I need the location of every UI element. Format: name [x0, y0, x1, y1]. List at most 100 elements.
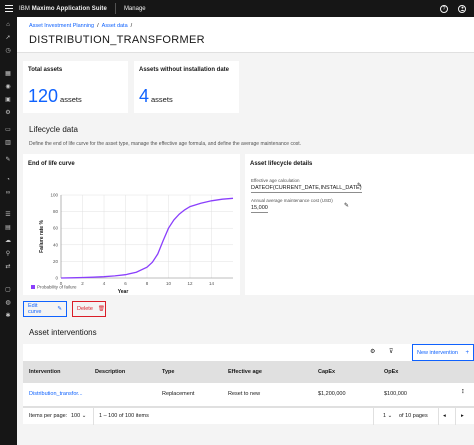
main-content: Asset Investment Planning / Asset data / DI… — [17, 17, 474, 445]
col-effective-age[interactable]: Effective age — [228, 369, 262, 375]
trash-icon: 🗑 — [97, 306, 105, 312]
breadcrumb-item-asset-data[interactable]: Asset data — [102, 23, 128, 29]
table-row: Distribution_transfor... Replacement Res… — [23, 383, 474, 407]
col-description[interactable]: Description — [95, 369, 125, 375]
col-type[interactable]: Type — [162, 369, 174, 375]
location-icon[interactable]: ◉ — [4, 84, 12, 90]
x-axis-label: Year — [118, 289, 129, 295]
inventory-icon[interactable]: ▤ — [4, 225, 12, 231]
suite-brand[interactable]: IBM Maximo Application Suite — [19, 6, 107, 12]
globe-icon[interactable]: ◍ — [4, 300, 12, 306]
next-page-icon[interactable]: ▸ — [461, 413, 464, 419]
table-header: Intervention Description Type Effective … — [23, 361, 474, 383]
total-assets-label: Total assets — [28, 67, 63, 73]
clock-icon[interactable]: ◔ — [4, 177, 12, 183]
maintenance-cost-label: Annual average maintenance cost (USD) — [251, 198, 333, 203]
cell-type: Replacement — [162, 391, 195, 397]
x-tick-label: 6 — [124, 281, 127, 286]
tools-icon[interactable]: ✎ — [4, 157, 12, 163]
y-tick-label: 100 — [50, 193, 58, 198]
pager-divider — [93, 408, 94, 425]
cloud-icon[interactable]: ☁ — [4, 238, 12, 244]
of-pages: of 10 pages — [399, 413, 428, 419]
legend-swatch — [31, 285, 35, 289]
edit-curve-button[interactable]: Edit curve ✎ — [23, 301, 67, 317]
chevron-down-icon: ⌄ — [387, 413, 393, 419]
edit-icon: ✎ — [57, 306, 62, 312]
overflow-menu-icon[interactable]: ⋮ — [460, 389, 466, 395]
col-intervention[interactable]: Intervention — [29, 369, 60, 375]
y-tick-label: 20 — [53, 259, 59, 264]
user-avatar-icon[interactable] — [458, 4, 466, 13]
no-install-date-label: Assets without installation date — [139, 67, 230, 73]
total-assets-unit: assets — [60, 95, 82, 104]
prev-page-icon[interactable]: ◂ — [443, 413, 446, 419]
breadcrumb-separator: / — [97, 23, 99, 29]
brand-prefix: IBM — [19, 5, 30, 12]
items-per-page-select[interactable]: 100 ⌄ — [71, 413, 86, 419]
edit-curve-label: Edit curve — [28, 303, 42, 315]
cell-effective-age: Reset to new — [228, 391, 261, 397]
x-tick-label: 10 — [166, 281, 172, 286]
col-capex[interactable]: CapEx — [318, 369, 335, 375]
app-name: Manage — [123, 5, 146, 12]
settings-icon[interactable]: ⚙ — [4, 110, 12, 116]
maintenance-cost-value: 15,000 — [251, 205, 268, 213]
edit-effective-age-icon[interactable]: ✎ — [357, 182, 362, 189]
delete-button[interactable]: Delete 🗑 — [72, 301, 106, 317]
transfer-icon[interactable]: ⇄ — [4, 264, 12, 270]
items-per-page-value: 100 — [71, 413, 81, 419]
filter-icon[interactable]: ⊽ — [389, 348, 393, 355]
details-title: Asset lifecycle details — [250, 161, 313, 167]
link-icon[interactable]: ∞ — [4, 190, 12, 196]
columns-icon[interactable]: ⚙ — [370, 348, 375, 355]
dashboard-icon[interactable]: ▦ — [4, 71, 12, 77]
pagination: Items per page: 100 ⌄ 1 – 100 of 100 ite… — [23, 407, 474, 425]
topbar-divider — [114, 3, 116, 14]
chart-icon[interactable]: ▥ — [4, 140, 12, 146]
total-assets-number: 120 — [28, 86, 59, 106]
total-assets-tile: Total assets 120 assets — [23, 61, 128, 113]
effective-age-value: DATEOF(CURRENT_DATE,INSTALL_DATE) — [251, 185, 362, 193]
no-install-date-value: 4 assets — [139, 86, 173, 107]
new-intervention-label: New intervention — [417, 349, 458, 356]
chevron-down-icon: ⌄ — [81, 413, 87, 419]
lifecycle-description: Define the end of life curve for the ass… — [29, 141, 302, 147]
x-tick-label: 14 — [209, 281, 215, 286]
y-tick-label: 0 — [55, 276, 58, 281]
page-title: DISTRIBUTION_TRANSFORMER — [29, 34, 205, 46]
home-icon[interactable]: ⌂ — [4, 22, 12, 28]
pager-divider — [373, 408, 374, 425]
gear-icon[interactable]: ✱ — [4, 313, 12, 319]
col-opex[interactable]: OpEx — [384, 369, 398, 375]
calendar-icon[interactable]: ▢ — [4, 287, 12, 293]
x-tick-label: 12 — [187, 281, 193, 286]
no-install-date-number: 4 — [139, 86, 150, 106]
folder-icon[interactable]: ▭ — [4, 127, 12, 133]
effective-age-label: Effective age calculation — [251, 178, 300, 183]
edit-maintenance-cost-icon[interactable]: ✎ — [344, 202, 349, 209]
end-of-life-card: End of life curve 0 20 40 60 80 100 0 2 4 6 8 10 12 1… — [23, 154, 240, 295]
breadcrumb-item-aip[interactable]: Asset Investment Planning — [29, 23, 94, 29]
help-icon[interactable]: ? — [440, 4, 448, 13]
no-install-date-unit: assets — [151, 95, 173, 104]
plus-icon: + — [465, 349, 469, 356]
page-header: Asset Investment Planning / Asset data / DI… — [17, 17, 474, 53]
new-intervention-button[interactable]: New intervention + — [412, 344, 474, 361]
pager-divider — [455, 408, 456, 425]
cell-intervention[interactable]: Distribution_transfor... — [29, 391, 83, 397]
top-bar: IBM Maximo Application Suite Manage ? — [0, 0, 474, 17]
history-icon[interactable]: ◷ — [4, 48, 12, 54]
end-of-life-chart: 0204060801000 2 4 6 8 10 12 14YearFailure rate … — [31, 193, 234, 295]
list-icon[interactable]: ☰ — [4, 212, 12, 218]
page-select[interactable]: 1 ⌄ — [383, 413, 392, 419]
y-tick-label: 80 — [53, 209, 59, 214]
brand-name: Maximo Application Suite — [31, 5, 107, 12]
network-icon[interactable]: ⚲ — [4, 251, 12, 257]
total-assets-value: 120 assets — [28, 86, 82, 107]
rocket-icon[interactable]: ➚ — [4, 35, 12, 41]
lifecycle-title: Lifecycle data — [29, 125, 78, 134]
asset-icon[interactable]: ▣ — [4, 97, 12, 103]
cell-opex: $100,000 — [384, 391, 407, 397]
menu-icon[interactable] — [0, 0, 17, 17]
